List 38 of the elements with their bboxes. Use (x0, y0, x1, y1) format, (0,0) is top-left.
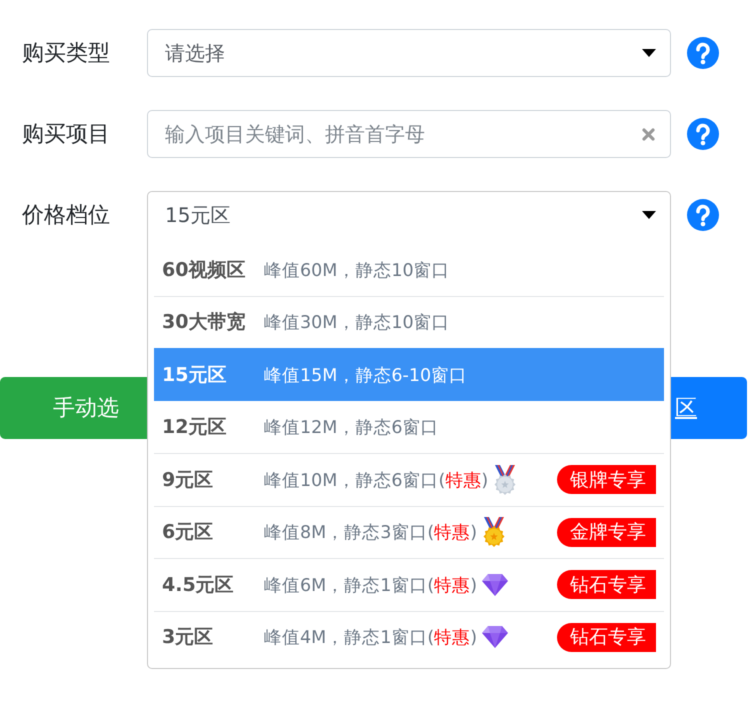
member-badge: 金牌专享 (557, 518, 656, 547)
option-name: 6元区 (162, 520, 214, 546)
diamond-icon (481, 572, 510, 597)
dropdown-option[interactable]: 9元区 峰值10M，静态6窗口(特惠) 银牌专享 (154, 453, 664, 506)
search-field[interactable]: 输入项目关键词、拼音首字母 (147, 110, 671, 158)
option-description: 峰值60M，静态10窗口 (264, 260, 450, 282)
member-badge: 银牌专享 (557, 465, 656, 494)
option-description: 峰值30M，静态10窗口 (264, 312, 450, 334)
option-description: 峰值6M，静态1窗口(特惠) (264, 574, 478, 597)
select-field[interactable]: 请选择 (147, 29, 671, 77)
dropdown-option[interactable]: 6元区 峰值8M，静态3窗口(特惠) 金牌专享 (154, 506, 664, 558)
member-badge: 钻石专享 (557, 570, 656, 600)
member-badge: 钻石专享 (557, 622, 656, 652)
caret-icon (642, 49, 656, 57)
option-name: 9元区 (162, 468, 214, 493)
help-icon[interactable] (687, 118, 719, 150)
option-description: 峰值8M，静态3窗口(特惠) (264, 522, 478, 544)
field-label: 价格档位 (21, 202, 111, 230)
medal-icon (481, 517, 508, 548)
help-icon[interactable] (687, 37, 719, 69)
option-name: 60视频区 (162, 258, 246, 283)
option-description: 峰值12M，静态6窗口 (264, 417, 439, 440)
diamond-icon (481, 625, 510, 650)
option-name: 30大带宽 (162, 310, 246, 336)
caret-icon (642, 211, 656, 219)
clear-icon[interactable] (642, 128, 655, 140)
help-icon[interactable] (687, 199, 719, 231)
medal-icon (492, 464, 518, 495)
dropdown-option[interactable]: 60视频区 峰值60M，静态10窗口 (154, 243, 664, 296)
field-label: 购买项目 (21, 121, 111, 149)
option-description: 峰值15M，静态6-10窗口 (264, 364, 468, 387)
dropdown-option[interactable]: 4.5元区 峰值6M，静态1窗口(特惠) 钻石专享 (154, 558, 664, 610)
option-name: 4.5元区 (162, 572, 235, 598)
option-description: 峰值4M，静态1窗口(特惠) (264, 627, 478, 650)
option-name: 3元区 (162, 625, 214, 650)
option-description: 峰值10M，静态6窗口(特惠) (264, 470, 488, 492)
dropdown-option[interactable]: 3元区 峰值4M，静态1窗口(特惠) 钻石专享 (154, 610, 664, 663)
field-label: 购买类型 (21, 40, 111, 68)
